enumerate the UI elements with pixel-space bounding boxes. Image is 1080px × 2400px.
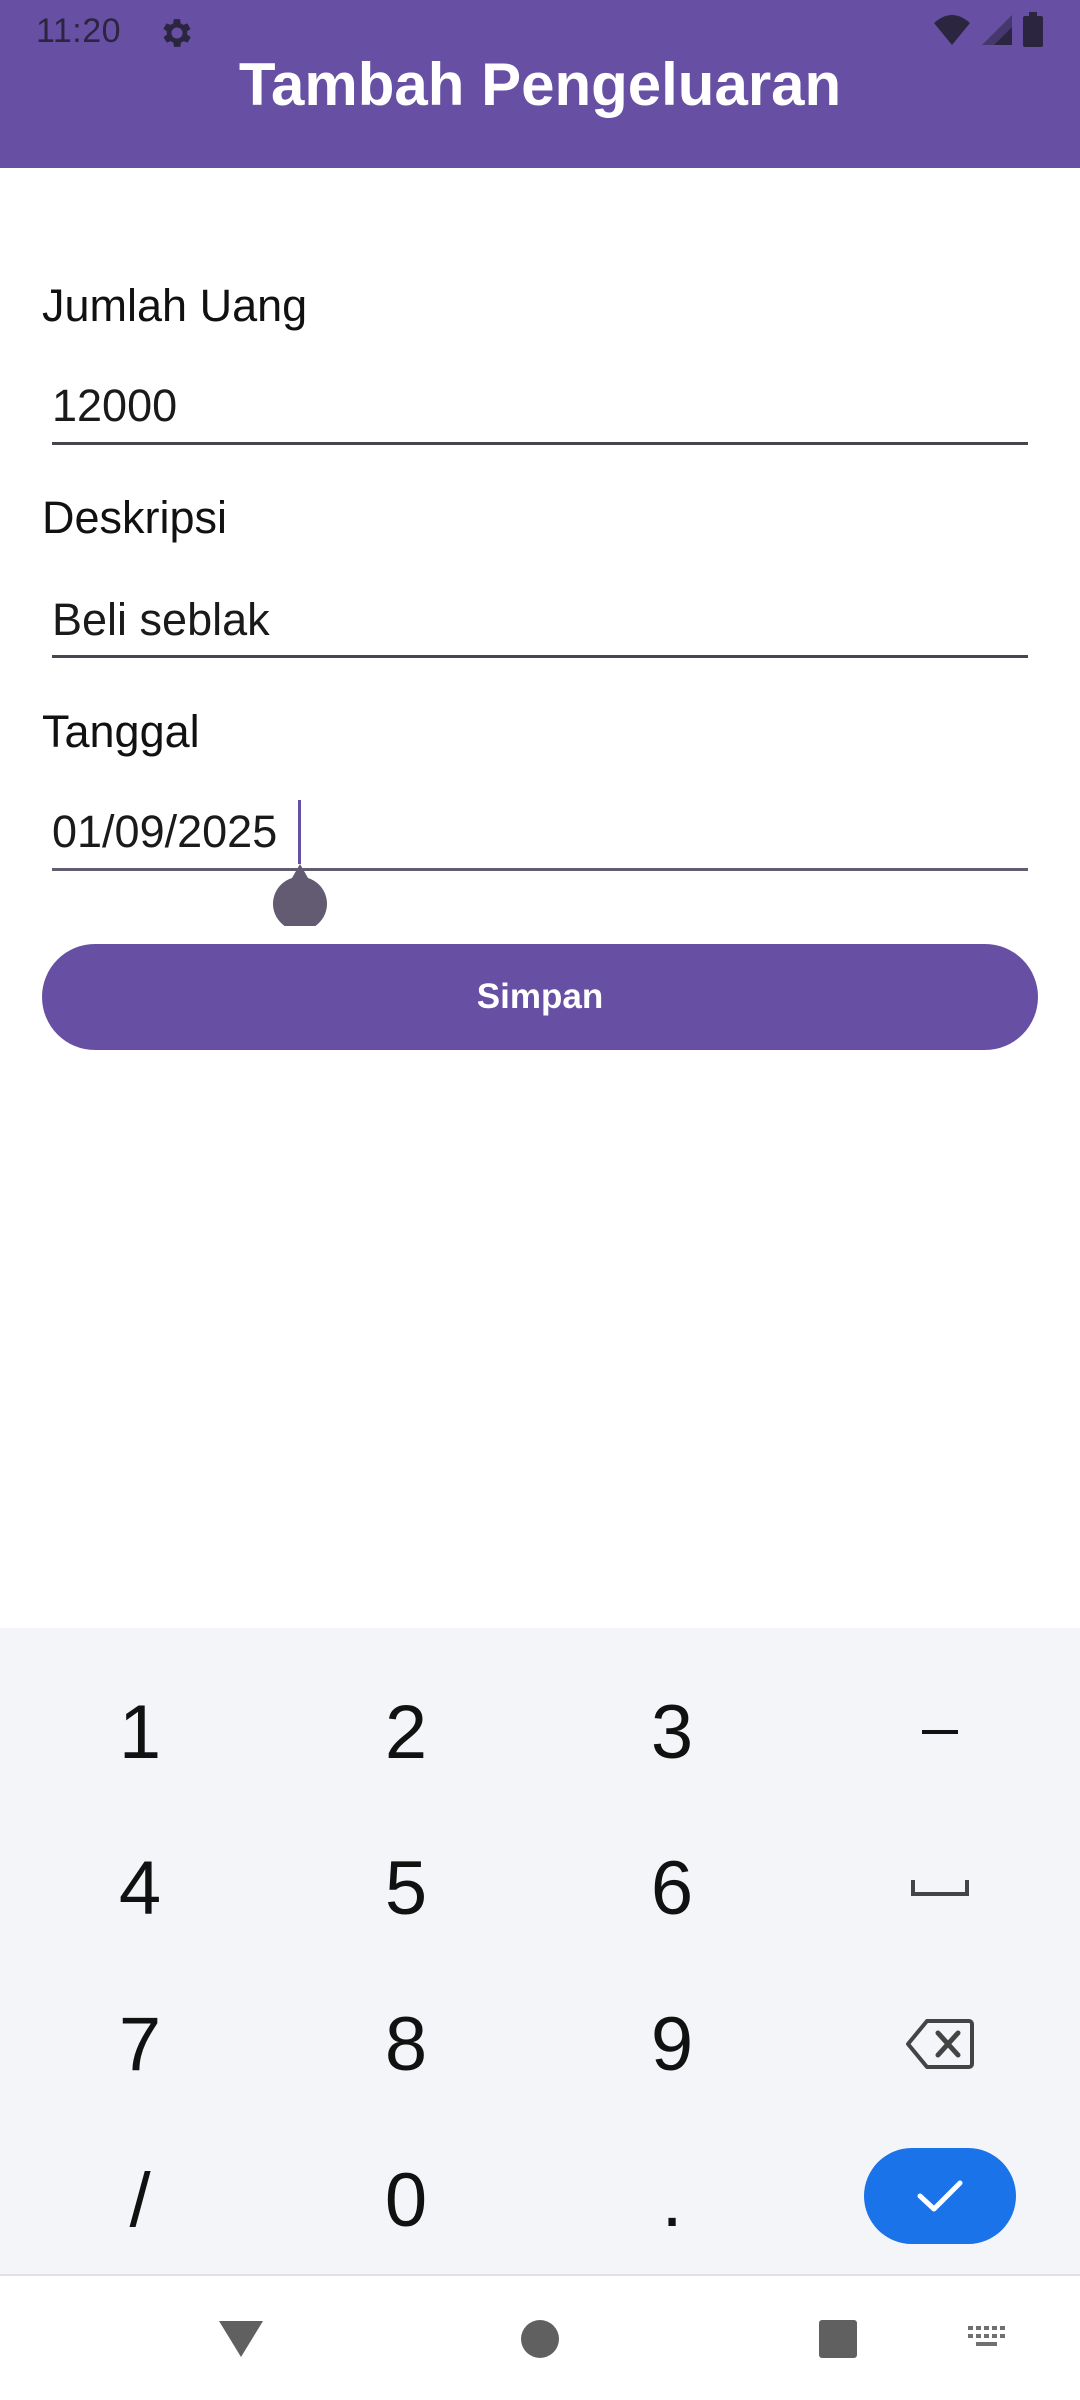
amount-field-underline: [52, 442, 1028, 445]
key-7[interactable]: 7: [6, 1966, 274, 2122]
back-button[interactable]: [198, 2296, 284, 2382]
back-icon: [219, 2321, 263, 2357]
date-field-underline: [52, 868, 1028, 871]
amount-label: Jumlah Uang: [42, 280, 308, 331]
keyboard-switch-button[interactable]: [946, 2296, 1032, 2382]
wifi-icon: [932, 13, 972, 52]
battery-icon: [1022, 11, 1044, 53]
key-3[interactable]: 3: [538, 1654, 806, 1810]
date-field[interactable]: 01/09/2025: [52, 806, 277, 858]
screen: 11:20 Tambah Pengeluaran Jumlah Uang 120…: [0, 0, 1080, 2400]
key-0[interactable]: 0: [272, 2122, 540, 2278]
recents-icon: [819, 2320, 857, 2358]
cursor-handle[interactable]: [272, 864, 328, 931]
key-2[interactable]: 2: [272, 1654, 540, 1810]
cellular-icon: [980, 13, 1014, 52]
done-key[interactable]: [864, 2148, 1016, 2244]
key-dot[interactable]: .: [538, 2122, 806, 2278]
description-field[interactable]: Beli seblak: [52, 594, 270, 646]
description-label: Deskripsi: [42, 492, 228, 543]
home-icon: [521, 2320, 559, 2358]
text-cursor: [298, 800, 301, 864]
save-button[interactable]: Simpan: [42, 944, 1038, 1050]
app-bar: 11:20 Tambah Pengeluaran: [0, 0, 1080, 168]
check-icon: [917, 2180, 963, 2212]
space-icon: [911, 1880, 969, 1896]
page-title: Tambah Pengeluaran: [238, 51, 842, 118]
key-minus[interactable]: [806, 1654, 1074, 1810]
description-field-underline: [52, 655, 1028, 658]
key-5[interactable]: 5: [272, 1810, 540, 1966]
amount-field[interactable]: 12000: [52, 380, 177, 432]
key-1[interactable]: 1: [6, 1654, 274, 1810]
key-backspace[interactable]: [806, 1966, 1074, 2122]
status-icons: [932, 11, 1044, 53]
settings-icon: [158, 14, 196, 52]
key-9[interactable]: 9: [538, 1966, 806, 2122]
key-8[interactable]: 8: [272, 1966, 540, 2122]
minus-icon: [922, 1730, 958, 1734]
key-space[interactable]: [806, 1810, 1074, 1966]
key-4[interactable]: 4: [6, 1810, 274, 1966]
backspace-icon: [906, 2019, 974, 2069]
keyboard-switch-icon: [968, 2326, 1005, 2346]
key-6[interactable]: 6: [538, 1810, 806, 1966]
date-label: Tanggal: [42, 706, 200, 757]
navigation-bar: [0, 2274, 1080, 2400]
key-slash[interactable]: /: [6, 2122, 274, 2278]
home-button[interactable]: [497, 2296, 583, 2382]
recents-button[interactable]: [795, 2296, 881, 2382]
status-time: 11:20: [36, 12, 122, 50]
